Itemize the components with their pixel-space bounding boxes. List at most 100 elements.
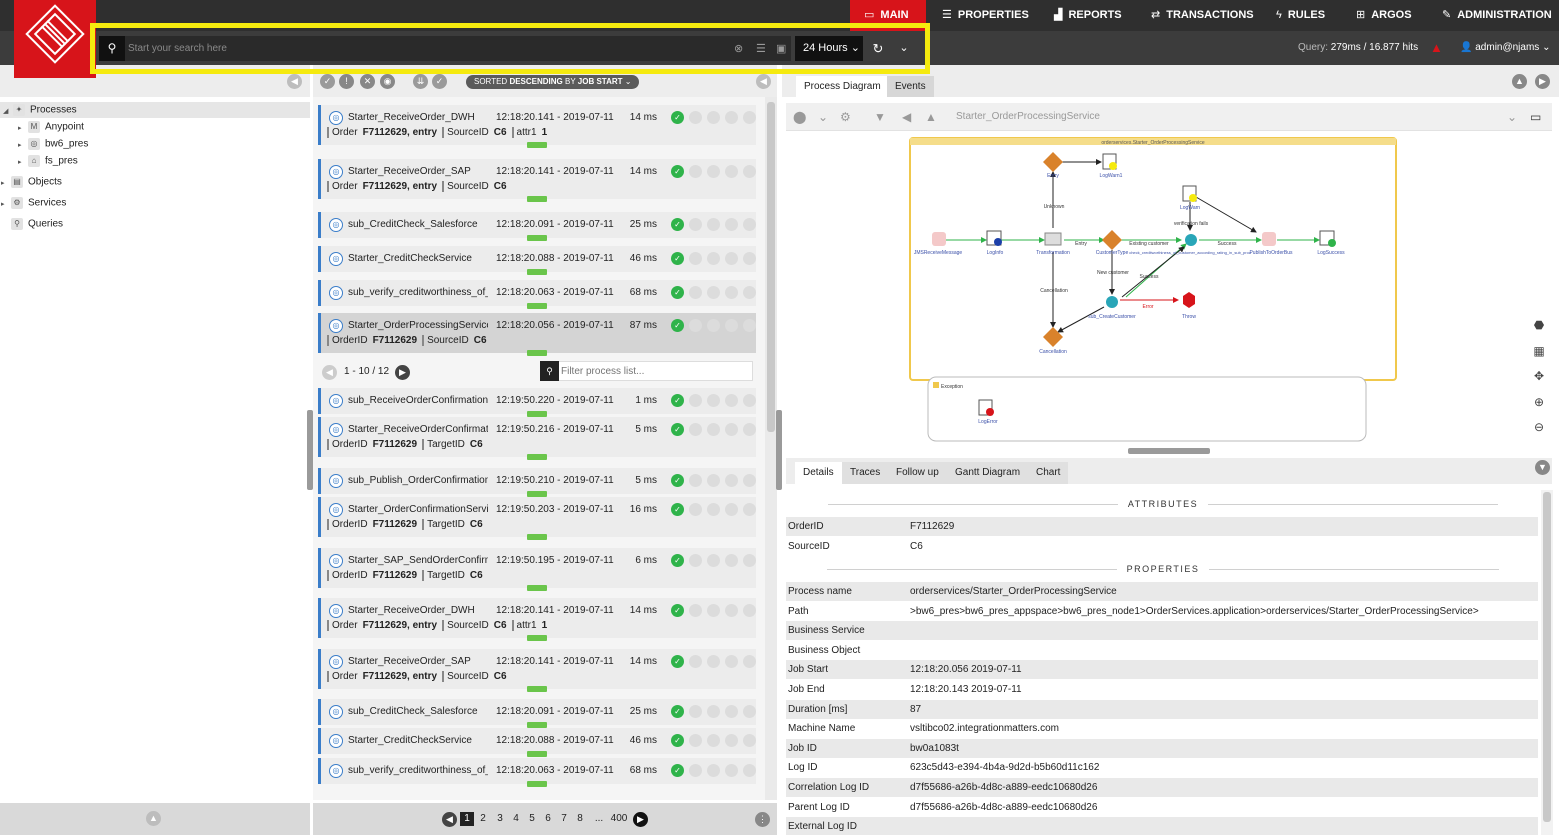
window-icon[interactable]: ▭ xyxy=(1530,110,1541,124)
action-icon[interactable] xyxy=(725,218,738,231)
action-icon[interactable] xyxy=(689,764,702,777)
tag-icon[interactable]: ⬣ xyxy=(1530,318,1548,336)
action-icon[interactable] xyxy=(689,319,702,332)
action-icon[interactable] xyxy=(707,503,720,516)
action-icon[interactable] xyxy=(707,734,720,747)
tree-item-processes[interactable]: ◢ ✦ Processes xyxy=(3,104,77,116)
action-icon[interactable] xyxy=(725,252,738,265)
zoom-out-icon[interactable]: ⊖ xyxy=(1530,420,1548,438)
expand-icon[interactable]: ▸ xyxy=(18,141,28,149)
action-icon[interactable] xyxy=(743,604,756,617)
details-scrollbar-thumb[interactable] xyxy=(1543,492,1551,822)
list-menu-button[interactable]: ⋮ xyxy=(755,812,770,827)
action-icon[interactable] xyxy=(707,705,720,718)
filter-error-button[interactable]: ✕ xyxy=(360,74,375,89)
refresh-button[interactable]: ↻ xyxy=(866,36,890,61)
next-page-button[interactable]: ▶ xyxy=(395,365,410,380)
action-icon[interactable] xyxy=(725,286,738,299)
action-icon[interactable] xyxy=(743,165,756,178)
settings-icon[interactable]: ⚙ xyxy=(840,110,851,124)
diagram-splitter[interactable] xyxy=(1128,448,1210,454)
expand-icon[interactable]: ▸ xyxy=(18,158,28,166)
action-icon[interactable] xyxy=(707,604,720,617)
action-icon[interactable] xyxy=(743,423,756,436)
expand-icon[interactable]: ▸ xyxy=(1,179,11,187)
action-icon[interactable] xyxy=(689,423,702,436)
user-menu[interactable]: 👤 admin@njams ⌄ xyxy=(1460,42,1550,53)
collapse-details-button[interactable]: ▼ xyxy=(1535,460,1550,475)
action-icon[interactable] xyxy=(725,423,738,436)
action-icon[interactable] xyxy=(743,394,756,407)
nav-rules[interactable]: ϟ RULES xyxy=(1270,0,1331,31)
collapse-middle-button[interactable]: ◀ xyxy=(756,74,771,89)
action-icon[interactable] xyxy=(707,218,720,231)
action-icon[interactable] xyxy=(707,394,720,407)
chevron-down-icon[interactable]: ⌄ xyxy=(1507,110,1517,124)
action-icon[interactable] xyxy=(725,655,738,668)
filter-search-button[interactable]: ⚲ xyxy=(540,361,559,381)
action-icon[interactable] xyxy=(743,503,756,516)
clear-icon[interactable]: ⊗ xyxy=(734,42,743,55)
action-icon[interactable] xyxy=(707,655,720,668)
action-icon[interactable] xyxy=(725,474,738,487)
next-page-button[interactable]: ▶ xyxy=(633,812,648,827)
filter-input[interactable] xyxy=(561,363,751,379)
tree-item-services[interactable]: ▸ ⚙ Services xyxy=(1,197,66,209)
page-6[interactable]: 6 xyxy=(541,812,555,826)
action-icon[interactable] xyxy=(707,474,720,487)
action-icon[interactable] xyxy=(725,319,738,332)
tab-process-diagram[interactable]: Process Diagram xyxy=(796,76,889,97)
action-icon[interactable] xyxy=(743,734,756,747)
action-icon[interactable] xyxy=(743,218,756,231)
nav-transactions[interactable]: ⇄ TRANSACTIONS xyxy=(1145,0,1260,31)
action-icon[interactable] xyxy=(689,655,702,668)
scroll-right-button[interactable]: ▶ xyxy=(1535,74,1550,89)
action-icon[interactable] xyxy=(707,319,720,332)
list-icon[interactable]: ☰ xyxy=(756,42,766,55)
chevron-down-icon[interactable]: ⌄ xyxy=(818,110,828,124)
action-icon[interactable] xyxy=(725,503,738,516)
location-icon[interactable]: ⬤ xyxy=(793,110,806,124)
nav-properties[interactable]: ☰ PROPERTIES xyxy=(936,0,1035,31)
collapse-left-button[interactable]: ◀ xyxy=(287,74,302,89)
tree-item-anypoint[interactable]: ▸ M Anypoint xyxy=(18,121,84,133)
expand-icon[interactable]: ◢ xyxy=(3,107,13,115)
tree-item-fs-pres[interactable]: ▸ ⌂ fs_pres xyxy=(18,155,78,167)
page-2[interactable]: 2 xyxy=(476,812,490,826)
action-icon[interactable] xyxy=(725,604,738,617)
action-icon[interactable] xyxy=(725,554,738,567)
action-icon[interactable] xyxy=(743,319,756,332)
action-icon[interactable] xyxy=(689,705,702,718)
expand-icon[interactable]: ▸ xyxy=(1,200,11,208)
tab-traces[interactable]: Traces xyxy=(842,462,889,484)
nav-administration[interactable]: ✎ ADMINISTRATION xyxy=(1436,0,1558,31)
logo[interactable] xyxy=(14,0,96,78)
action-icon[interactable] xyxy=(725,165,738,178)
action-icon[interactable] xyxy=(689,218,702,231)
action-icon[interactable] xyxy=(689,474,702,487)
zoom-in-icon[interactable]: ⊕ xyxy=(1530,395,1548,413)
table-row[interactable]: ◎ Starter_ReceiveOrder_SAP 12:18:20.141 - … xyxy=(318,649,756,689)
search-button[interactable]: ⚲ xyxy=(99,36,125,61)
action-icon[interactable] xyxy=(743,554,756,567)
chip-icon[interactable]: ▦ xyxy=(1530,344,1548,362)
filter-running-button[interactable]: ◉ xyxy=(380,74,395,89)
page-1[interactable]: 1 xyxy=(460,812,474,826)
process-diagram[interactable]: orderservices.Starter_OrderProcessingSer… xyxy=(786,132,1521,452)
tab-follow-up[interactable]: Follow up xyxy=(888,462,947,484)
action-icon[interactable] xyxy=(689,111,702,124)
scroll-up-button[interactable]: ▲ xyxy=(1512,74,1527,89)
fit-icon[interactable]: ✥ xyxy=(1530,369,1548,387)
page-400[interactable]: 400 xyxy=(609,812,629,826)
filter-success-button[interactable]: ✓ xyxy=(320,74,335,89)
action-icon[interactable] xyxy=(707,286,720,299)
page-7[interactable]: 7 xyxy=(557,812,571,826)
table-row[interactable]: ◎ Starter_SAP_SendOrderConfirmation 12:19:… xyxy=(318,548,756,588)
scroll-up-button[interactable]: ▲ xyxy=(146,811,161,826)
pin-button[interactable]: ⇊ xyxy=(413,74,428,89)
action-icon[interactable] xyxy=(743,655,756,668)
action-icon[interactable] xyxy=(689,165,702,178)
table-row[interactable]: ◎ Starter_OrderProcessingService 12:18:20.… xyxy=(318,313,756,353)
tab-details[interactable]: Details xyxy=(795,462,842,484)
action-icon[interactable] xyxy=(689,554,702,567)
